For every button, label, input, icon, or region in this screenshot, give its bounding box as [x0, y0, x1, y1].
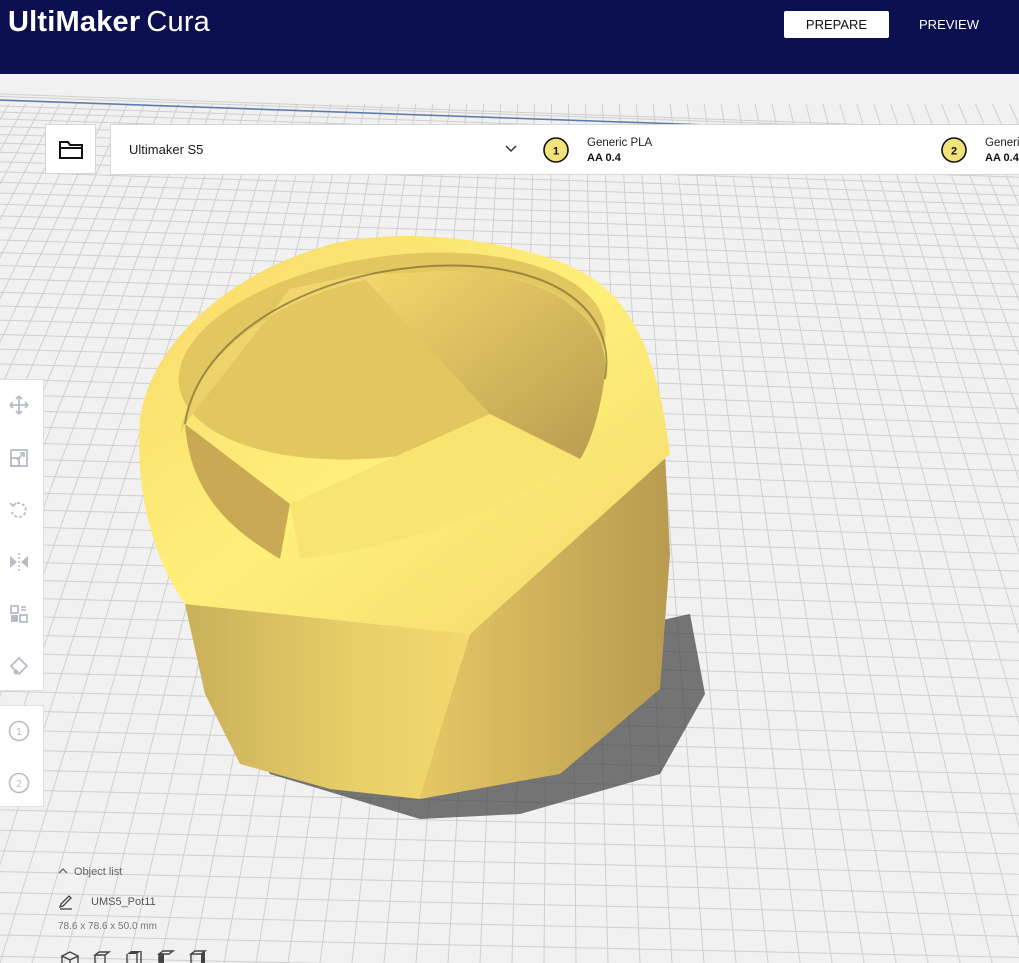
side-extruder-2-number: 2	[16, 779, 22, 790]
extruder-1-material: Generic PLA	[587, 137, 653, 149]
side-extruder-1-number: 1	[16, 727, 22, 738]
scale-tool-button[interactable]	[6, 445, 32, 471]
extruder-2-core: AA 0.4	[985, 152, 1019, 164]
extruder-1-badge-icon: 1	[543, 137, 569, 163]
extruder-1-core: AA 0.4	[587, 152, 621, 164]
extruder-1-icon: 1	[8, 720, 30, 742]
object-list-label: Object list	[74, 866, 123, 878]
extruder-1-badge-number: 1	[553, 146, 559, 158]
extruder-2-badge-number: 2	[951, 146, 957, 158]
object-list-panel: Object list UMS5_Pot11 78.6 x 78.6 x 50.…	[58, 864, 318, 963]
per-model-settings-button[interactable]	[6, 601, 32, 627]
pencil-icon[interactable]	[58, 894, 74, 910]
per-model-settings-icon	[10, 605, 28, 623]
printer-name: Ultimaker S5	[129, 142, 204, 157]
chevron-up-icon	[58, 868, 68, 874]
open-file-button[interactable]	[45, 124, 96, 174]
view-front-icon[interactable]	[92, 950, 112, 963]
extruder-selector-panel: 1 2	[0, 705, 44, 807]
move-icon	[9, 395, 29, 415]
extruder-2-badge-icon: 2	[941, 137, 967, 163]
view-right-icon[interactable]	[188, 950, 208, 963]
view-left-icon[interactable]	[156, 950, 176, 963]
build-plate-viewport[interactable]: Ultimaker S5 1 Generic PLA AA 0.4 2 Gene…	[0, 74, 1019, 963]
tool-panel	[0, 379, 44, 691]
stage-preview-button[interactable]: PREVIEW	[905, 11, 993, 38]
view-top-icon[interactable]	[124, 950, 144, 963]
rotate-tool-button[interactable]	[6, 497, 32, 523]
support-blocker-icon	[9, 656, 29, 676]
mirror-tool-button[interactable]	[6, 549, 32, 575]
brand-name-light: Cura	[146, 6, 211, 38]
chevron-down-icon	[505, 145, 517, 153]
extruder-2-icon: 2	[8, 772, 30, 794]
view-3d-icon[interactable]	[60, 950, 80, 963]
extruder-configuration-panel[interactable]: 1 Generic PLA AA 0.4 2 Generi AA 0.4	[529, 124, 1019, 175]
object-name: UMS5_Pot11	[91, 896, 156, 908]
select-extruder-2-button[interactable]: 2	[6, 770, 32, 796]
app-logo: UltiMaker Cura	[8, 6, 210, 39]
brand-name-bold: UltiMaker	[8, 6, 141, 38]
object-row[interactable]: UMS5_Pot11	[58, 894, 156, 913]
support-blocker-button[interactable]	[6, 653, 32, 679]
select-extruder-1-button[interactable]: 1	[6, 718, 32, 744]
header-bar: UltiMaker Cura PREPARE PREVIEW	[0, 0, 1019, 74]
printer-selector[interactable]: Ultimaker S5	[110, 124, 530, 175]
object-dimensions: 78.6 x 78.6 x 50.0 mm	[58, 921, 157, 932]
build-plate-scene	[0, 74, 1019, 963]
move-tool-button[interactable]	[6, 392, 32, 418]
scale-icon	[10, 449, 28, 467]
rotate-icon	[9, 502, 27, 518]
folder-icon	[58, 141, 83, 159]
object-list-toggle[interactable]: Object list	[58, 866, 122, 878]
extruder-2-material: Generi	[985, 137, 1019, 149]
mirror-icon	[10, 553, 28, 571]
stage-prepare-button[interactable]: PREPARE	[784, 11, 889, 38]
